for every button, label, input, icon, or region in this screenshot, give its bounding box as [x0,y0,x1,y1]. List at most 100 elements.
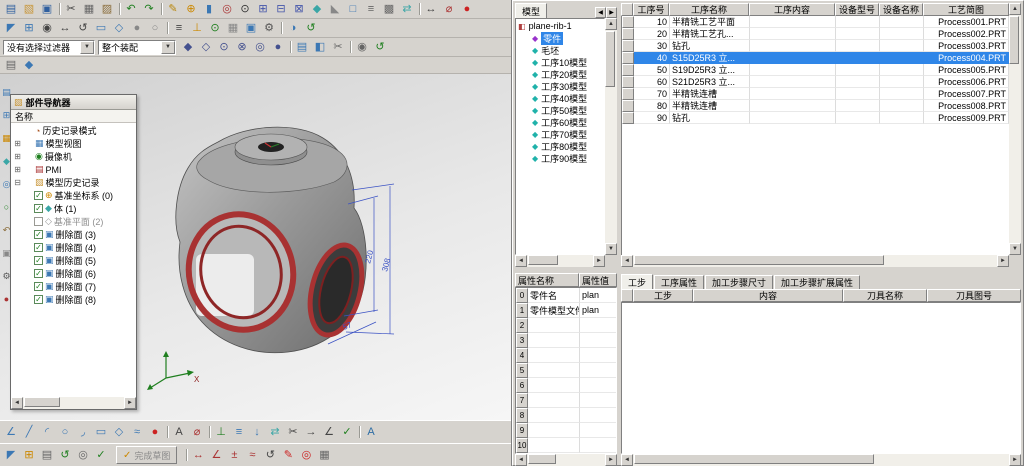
navigator-name-column-header[interactable]: 名称 [11,110,136,123]
copy[interactable]: ▦ [80,1,98,17]
attribute-row[interactable]: 9 [516,423,616,438]
orient-view[interactable]: ◤ [2,20,20,36]
attribute-row[interactable]: 8 [516,408,616,423]
column-header-op-number[interactable]: 工序号 [633,3,669,16]
layer-settings[interactable]: ≡ [170,20,188,36]
scroll-right-button[interactable]: ► [1009,454,1021,466]
step-hscrollbar[interactable]: ◄ ► [621,454,1021,466]
preferences[interactable]: ⚙ [260,20,278,36]
boolean-intersect[interactable]: ⊠ [290,1,308,17]
redo[interactable]: ↷ [140,1,158,17]
navigator-tree-item[interactable]: ◔ 历史记录模式 [11,124,136,137]
attribute-row[interactable]: 2 [516,318,616,333]
attribute-row[interactable]: 10 [516,438,616,453]
step-tab[interactable]: 加工步骤尺寸 [705,275,773,289]
scroll-right-button[interactable]: ► [593,255,605,267]
attribute-table-body[interactable]: 0 零件名 plan 1 零件模型文件 plan 2 3 [515,287,617,454]
undo[interactable]: ↶ [122,1,140,17]
column-header-tool-drawing[interactable]: 刀具图号 [927,289,1021,302]
snap-intersection[interactable]: ⊗ [233,39,251,55]
annotation[interactable]: A [362,424,380,440]
attribute-hscrollbar[interactable]: ◄ ► [515,454,617,466]
attribute-row[interactable]: 6 [516,378,616,393]
column-header-op-content[interactable]: 工序内容 [749,3,835,16]
table-hscrollbar[interactable]: ◄ ► [621,255,1009,267]
measure-angle[interactable]: ∠ [207,447,225,463]
top-view[interactable]: ▤ [293,39,311,55]
model-tree-item[interactable]: ◆ 工序30模型 [516,80,604,92]
paste[interactable]: ▨ [98,1,116,17]
reattach[interactable]: ⊞ [20,447,38,463]
model-tree-item[interactable]: ◆ 零件 [516,32,604,44]
scroll-track[interactable] [527,255,593,267]
evaluate[interactable]: ✓ [92,447,110,463]
navigator-tree-item[interactable]: ✓ ⊕ 基准坐标系 (0) [11,189,136,202]
rectangle[interactable]: ▭ [92,424,110,440]
model-tree-item[interactable]: ◆ 工序10模型 [516,56,604,68]
scroll-right-button[interactable]: ► [997,255,1009,267]
scroll-up-button[interactable]: ▲ [605,18,617,30]
expand-toggle-icon[interactable]: ⊟ [13,178,22,187]
column-header-step[interactable]: 工步 [633,289,693,302]
render-style[interactable]: ◑ [284,20,302,36]
navigator-tree-item[interactable]: ✓ ▣ 删除面 (8) [11,293,136,306]
column-header-device-name[interactable]: 设备名称 [879,3,923,16]
arc[interactable]: ◜ [38,424,56,440]
model-tree-item[interactable]: ◆ 工序60模型 [516,116,604,128]
sketch-preferences[interactable]: ▤ [38,447,56,463]
new-file[interactable]: ▤ [2,1,20,17]
scroll-down-button[interactable]: ▼ [1009,243,1021,255]
boolean-unite[interactable]: ⊞ [254,1,272,17]
attribute-row[interactable]: 3 [516,333,616,348]
clip-section[interactable]: ✂ [329,39,347,55]
visibility-checkbox[interactable]: ✓ [34,256,43,265]
scroll-right-button[interactable]: ► [124,397,136,409]
profile[interactable]: ∠ [2,424,20,440]
curve-analysis[interactable]: ≈ [243,447,261,463]
scroll-left-button[interactable]: ◄ [515,255,527,267]
navigator-tree-item[interactable]: ✓ ▣ 删除面 (6) [11,267,136,280]
process-row[interactable]: 10 半精铣工艺平面 Process001.PRT [622,16,1009,28]
update-model[interactable]: ↺ [56,447,74,463]
step-tab[interactable]: 加工步骤扩展属性 [774,275,860,289]
menu[interactable]: ▤ [2,57,20,73]
line[interactable]: ╱ [20,424,38,440]
circle[interactable]: ○ [56,424,74,440]
model-tree-item[interactable]: ◆ 工序40模型 [516,92,604,104]
edge-blend[interactable]: ◆ [308,1,326,17]
column-header-attr-name[interactable]: 属性名称 [515,273,579,287]
expand-toggle-icon[interactable]: ⊞ [13,139,22,148]
navigator-tree[interactable]: ◔ 历史记录模式 ⊞ ▦ 模型视图 ⊞ ◉ 摄像机 [11,123,136,397]
navigator-tree-item[interactable]: ✓ ▣ 删除面 (5) [11,254,136,267]
rapid-dimension[interactable]: ⌀ [188,424,206,440]
measure[interactable]: ⌀ [440,1,458,17]
scroll-thumb[interactable] [1009,16,1019,64]
quick-extend[interactable]: → [302,424,320,440]
scroll-thumb[interactable] [24,397,60,407]
model-tree-item[interactable]: ◆ 工序90模型 [516,152,604,164]
attribute-row[interactable]: 1 零件模型文件 plan [516,303,616,318]
navigator-hscrollbar[interactable]: ◄ ► [11,397,136,409]
snap-midpoint[interactable]: ◇ [197,39,215,55]
shell[interactable]: □ [344,1,362,17]
visibility-checkbox[interactable]: ✓ [34,295,43,304]
scroll-right-button[interactable]: ► [605,454,617,466]
column-header-tool-name[interactable]: 刀具名称 [843,289,927,302]
snap-point[interactable]: ⊙ [206,20,224,36]
grid-snap[interactable]: ▦ [315,447,333,463]
scroll-thumb[interactable] [605,31,615,87]
scroll-track[interactable] [1009,15,1021,243]
scroll-left-button[interactable]: ◄ [621,454,633,466]
process-row[interactable]: 80 半精铣连槽 Process008.PRT [622,100,1009,112]
visibility-checkbox[interactable] [34,217,43,226]
isometric-view[interactable]: ◇ [110,20,128,36]
point[interactable]: ● [458,1,476,17]
pan[interactable]: ↔ [56,20,74,36]
scroll-track[interactable] [527,454,605,466]
section-view[interactable]: ◧ [311,39,329,55]
attribute-row[interactable]: 0 零件名 plan [516,288,616,303]
navigator-tree-item[interactable]: ◇ 基准平面 (2) [11,215,136,228]
measure-distance[interactable]: ↔ [189,447,207,463]
chamfer[interactable]: ◣ [326,1,344,17]
datum-csys[interactable]: ⊕ [182,1,200,17]
